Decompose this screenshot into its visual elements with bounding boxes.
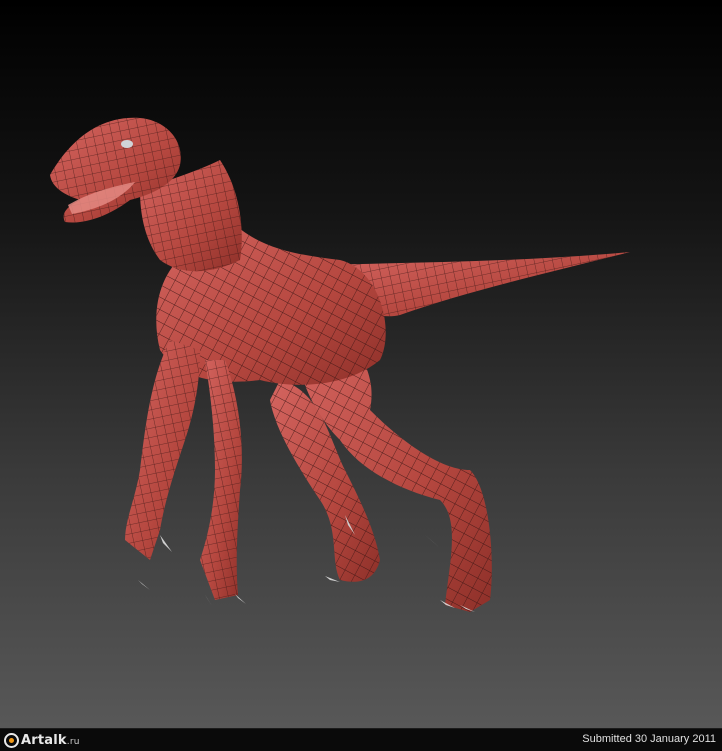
site-logo[interactable]: Artalk.ru <box>4 731 80 749</box>
logo-circle-icon <box>4 732 19 748</box>
logo-tld: .ru <box>66 736 80 747</box>
submitted-date: Submitted 30 January 2011 <box>582 733 716 745</box>
logo-name: Artalk <box>21 732 67 748</box>
raptor-render <box>50 117 630 612</box>
raptor-eye <box>121 140 133 148</box>
footer-bar: Artalk.ru Submitted 30 January 2011 <box>0 728 722 751</box>
render-viewport <box>0 0 722 728</box>
raptor-arms <box>125 340 242 600</box>
logo-text: Artalk.ru <box>21 733 80 748</box>
raptor-claws <box>138 515 475 612</box>
